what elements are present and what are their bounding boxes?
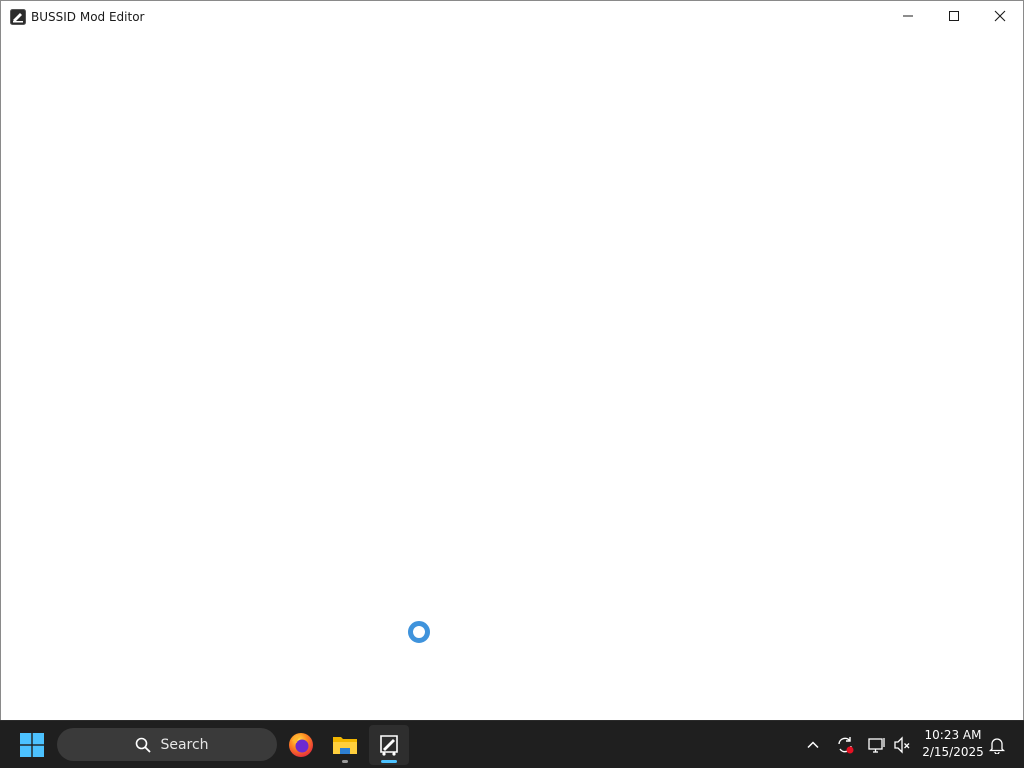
window-controls (885, 1, 1023, 31)
sync-icon (838, 737, 854, 754)
taskbar-app-firefox[interactable] (281, 725, 321, 765)
taskbar-app-file-explorer[interactable] (325, 725, 365, 765)
minimize-button[interactable] (885, 1, 931, 31)
tray-sync-button[interactable] (833, 733, 857, 757)
search-label: Search (160, 736, 209, 753)
windows-logo-icon (20, 733, 44, 757)
maximize-icon (949, 11, 959, 21)
running-indicator (342, 760, 348, 763)
network-icon (868, 738, 885, 753)
loading-spinner (408, 621, 430, 643)
minimize-icon (903, 15, 913, 17)
title-bar[interactable]: BUSSID Mod Editor (1, 1, 1023, 32)
taskbar-app-bussid-mod-editor[interactable] (369, 725, 409, 765)
taskbar-search[interactable]: Search (57, 728, 277, 761)
notifications-button[interactable] (985, 733, 1009, 757)
tray-overflow-button[interactable] (801, 733, 825, 757)
taskbar: Search 10:23 AM 2/15/2025 (0, 720, 1024, 768)
maximize-button[interactable] (931, 1, 977, 31)
notification-bell-icon (988, 738, 1006, 754)
app-content (1, 32, 1023, 720)
close-button[interactable] (977, 1, 1023, 31)
app-icon[interactable] (10, 8, 26, 25)
bus-editor-icon (380, 735, 398, 756)
close-icon (994, 10, 1006, 22)
chevron-up-icon (807, 741, 819, 749)
taskbar-clock[interactable]: 10:23 AM 2/15/2025 (918, 727, 988, 761)
search-icon (135, 737, 152, 753)
clock-date: 2/15/2025 (922, 745, 984, 759)
volume-muted-icon (894, 736, 910, 754)
active-indicator (381, 760, 397, 763)
app-window: BUSSID Mod Editor (0, 0, 1024, 720)
tray-volume-button[interactable] (890, 733, 914, 757)
clock-time: 10:23 AM (924, 728, 982, 742)
folder-icon (333, 737, 357, 754)
tray-network-button[interactable] (865, 733, 889, 757)
start-button[interactable] (14, 727, 50, 763)
window-title: BUSSID Mod Editor (31, 9, 145, 24)
firefox-icon (289, 733, 313, 757)
